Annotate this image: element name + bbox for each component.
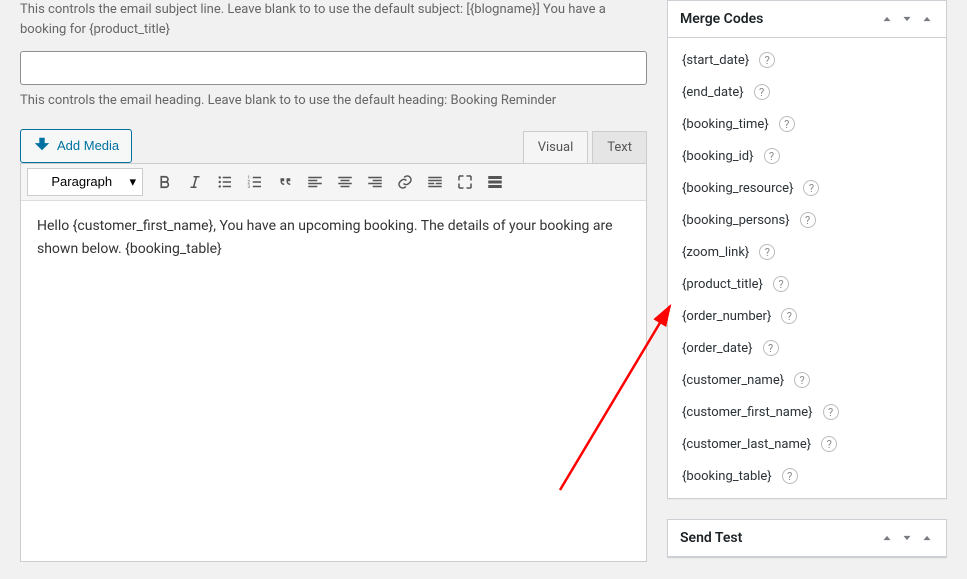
merge-code[interactable]: {customer_last_name} <box>682 437 811 452</box>
merge-code-item: {start_date}? <box>668 44 946 76</box>
merge-code-item: {customer_name}? <box>668 364 946 396</box>
editor-mode-tabs: Visual Text <box>523 131 647 163</box>
add-media-button[interactable]: Add Media <box>20 129 132 163</box>
help-icon[interactable]: ? <box>800 212 816 228</box>
merge-code[interactable]: {booking_persons} <box>682 213 790 228</box>
italic-button[interactable] <box>181 168 209 196</box>
merge-code[interactable]: {end_date} <box>682 85 744 100</box>
merge-code[interactable]: {booking_time} <box>682 117 769 132</box>
merge-code[interactable]: {booking_table} <box>682 469 772 484</box>
align-right-button[interactable] <box>361 168 389 196</box>
format-dropdown[interactable]: Paragraph ▾ <box>27 168 143 196</box>
merge-code-item: {order_number}? <box>668 300 946 332</box>
panel-toggle-icon[interactable] <box>920 12 934 26</box>
svg-text:3: 3 <box>248 184 251 190</box>
add-media-label: Add Media <box>57 138 119 153</box>
merge-code[interactable]: {booking_resource} <box>682 181 793 196</box>
merge-code[interactable]: {start_date} <box>682 53 749 68</box>
chevron-down-icon: ▾ <box>129 174 136 190</box>
bullet-list-button[interactable] <box>211 168 239 196</box>
insert-more-button[interactable] <box>421 168 449 196</box>
panel-move-up-icon[interactable] <box>880 12 894 26</box>
merge-code-item: {booking_id}? <box>668 140 946 172</box>
email-heading-input[interactable] <box>20 51 647 85</box>
help-icon[interactable]: ? <box>759 52 775 68</box>
sidebar-column: Merge Codes {start_date}?{end_date}?{boo… <box>667 0 967 579</box>
merge-code-item: {customer_first_name}? <box>668 396 946 428</box>
help-icon[interactable]: ? <box>781 308 797 324</box>
tab-visual[interactable]: Visual <box>523 131 589 163</box>
merge-code-item: {customer_last_name}? <box>668 428 946 460</box>
send-test-panel: Send Test <box>667 519 947 558</box>
help-icon[interactable]: ? <box>764 148 780 164</box>
help-icon[interactable]: ? <box>823 404 839 420</box>
merge-code[interactable]: {customer_name} <box>682 373 784 388</box>
toolbar-toggle-button[interactable] <box>481 168 509 196</box>
format-dropdown-label: Paragraph <box>51 174 112 189</box>
editor-column: This controls the email subject line. Le… <box>0 0 667 579</box>
help-icon[interactable]: ? <box>759 244 775 260</box>
align-center-button[interactable] <box>331 168 359 196</box>
media-note-icon <box>33 135 57 156</box>
help-icon[interactable]: ? <box>763 340 779 356</box>
merge-code-item: {zoom_link}? <box>668 236 946 268</box>
help-icon[interactable]: ? <box>794 372 810 388</box>
tab-text[interactable]: Text <box>592 131 647 163</box>
wysiwyg-editor: Paragraph ▾ 123 Hello {customer_first_na… <box>20 163 647 562</box>
merge-codes-title: Merge Codes <box>680 11 763 27</box>
bold-button[interactable] <box>151 168 179 196</box>
subject-help-text: This controls the email subject line. Le… <box>20 0 647 39</box>
merge-code-item: {product_title}? <box>668 268 946 300</box>
blockquote-button[interactable] <box>271 168 299 196</box>
panel-move-up-icon[interactable] <box>880 531 894 545</box>
merge-code[interactable]: {order_date} <box>682 341 753 356</box>
editor-content[interactable]: Hello {customer_first_name}, You have an… <box>21 201 646 561</box>
help-icon[interactable]: ? <box>754 84 770 100</box>
panel-toggle-icon[interactable] <box>920 531 934 545</box>
merge-code[interactable]: {order_number} <box>682 309 771 324</box>
align-left-button[interactable] <box>301 168 329 196</box>
merge-codes-list: {start_date}?{end_date}?{booking_time}?{… <box>668 38 946 498</box>
help-icon[interactable]: ? <box>803 180 819 196</box>
merge-code-item: {booking_time}? <box>668 108 946 140</box>
merge-code-item: {booking_table}? <box>668 460 946 492</box>
heading-help-text: This controls the email heading. Leave b… <box>20 91 647 111</box>
merge-code[interactable]: {customer_first_name} <box>682 405 813 420</box>
link-button[interactable] <box>391 168 419 196</box>
merge-code-item: {booking_persons}? <box>668 204 946 236</box>
help-icon[interactable]: ? <box>821 436 837 452</box>
merge-codes-panel: Merge Codes {start_date}?{end_date}?{boo… <box>667 0 947 499</box>
merge-code-item: {order_date}? <box>668 332 946 364</box>
merge-code[interactable]: {zoom_link} <box>682 245 749 260</box>
send-test-title: Send Test <box>680 530 742 546</box>
numbered-list-button[interactable]: 123 <box>241 168 269 196</box>
merge-code[interactable]: {product_title} <box>682 277 763 292</box>
help-icon[interactable]: ? <box>773 276 789 292</box>
merge-code-item: {booking_resource}? <box>668 172 946 204</box>
fullscreen-button[interactable] <box>451 168 479 196</box>
editor-toolbar: Paragraph ▾ 123 <box>21 164 646 201</box>
merge-code-item: {end_date}? <box>668 76 946 108</box>
help-icon[interactable]: ? <box>779 116 795 132</box>
panel-move-down-icon[interactable] <box>900 12 914 26</box>
panel-move-down-icon[interactable] <box>900 531 914 545</box>
merge-code[interactable]: {booking_id} <box>682 149 754 164</box>
help-icon[interactable]: ? <box>782 468 798 484</box>
